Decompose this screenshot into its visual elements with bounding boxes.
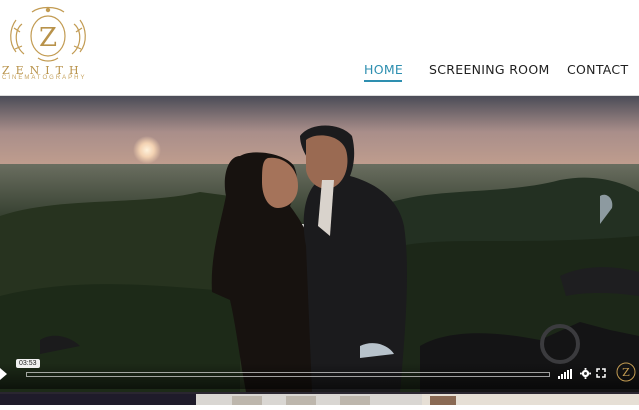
volume-icon[interactable]	[558, 369, 574, 379]
nav-home-link[interactable]: HOME	[364, 62, 403, 77]
nav-active-underline	[364, 80, 402, 82]
zenith-watermark-icon: Z	[616, 362, 636, 382]
site-header: Z ZENITH CINEMATOGRAPHY HOME SCREENING R…	[0, 0, 639, 95]
watermark-monogram: Z	[622, 366, 630, 379]
gear-icon[interactable]	[580, 368, 591, 379]
nav-screening-room-link[interactable]: SCREENING ROOM	[429, 62, 550, 77]
video-progress-bar[interactable]	[26, 372, 550, 377]
logo-tagline: CINEMATOGRAPHY	[2, 75, 87, 81]
thumbnail-strip	[0, 392, 639, 405]
nav-contact-link[interactable]: CONTACT	[567, 62, 628, 77]
fullscreen-icon[interactable]	[596, 368, 606, 378]
video-frame	[0, 96, 639, 392]
video-current-time: 03:53	[16, 359, 40, 368]
hero-video[interactable]	[0, 96, 639, 392]
play-icon[interactable]	[0, 367, 8, 381]
logo-monogram: Z	[39, 23, 57, 53]
